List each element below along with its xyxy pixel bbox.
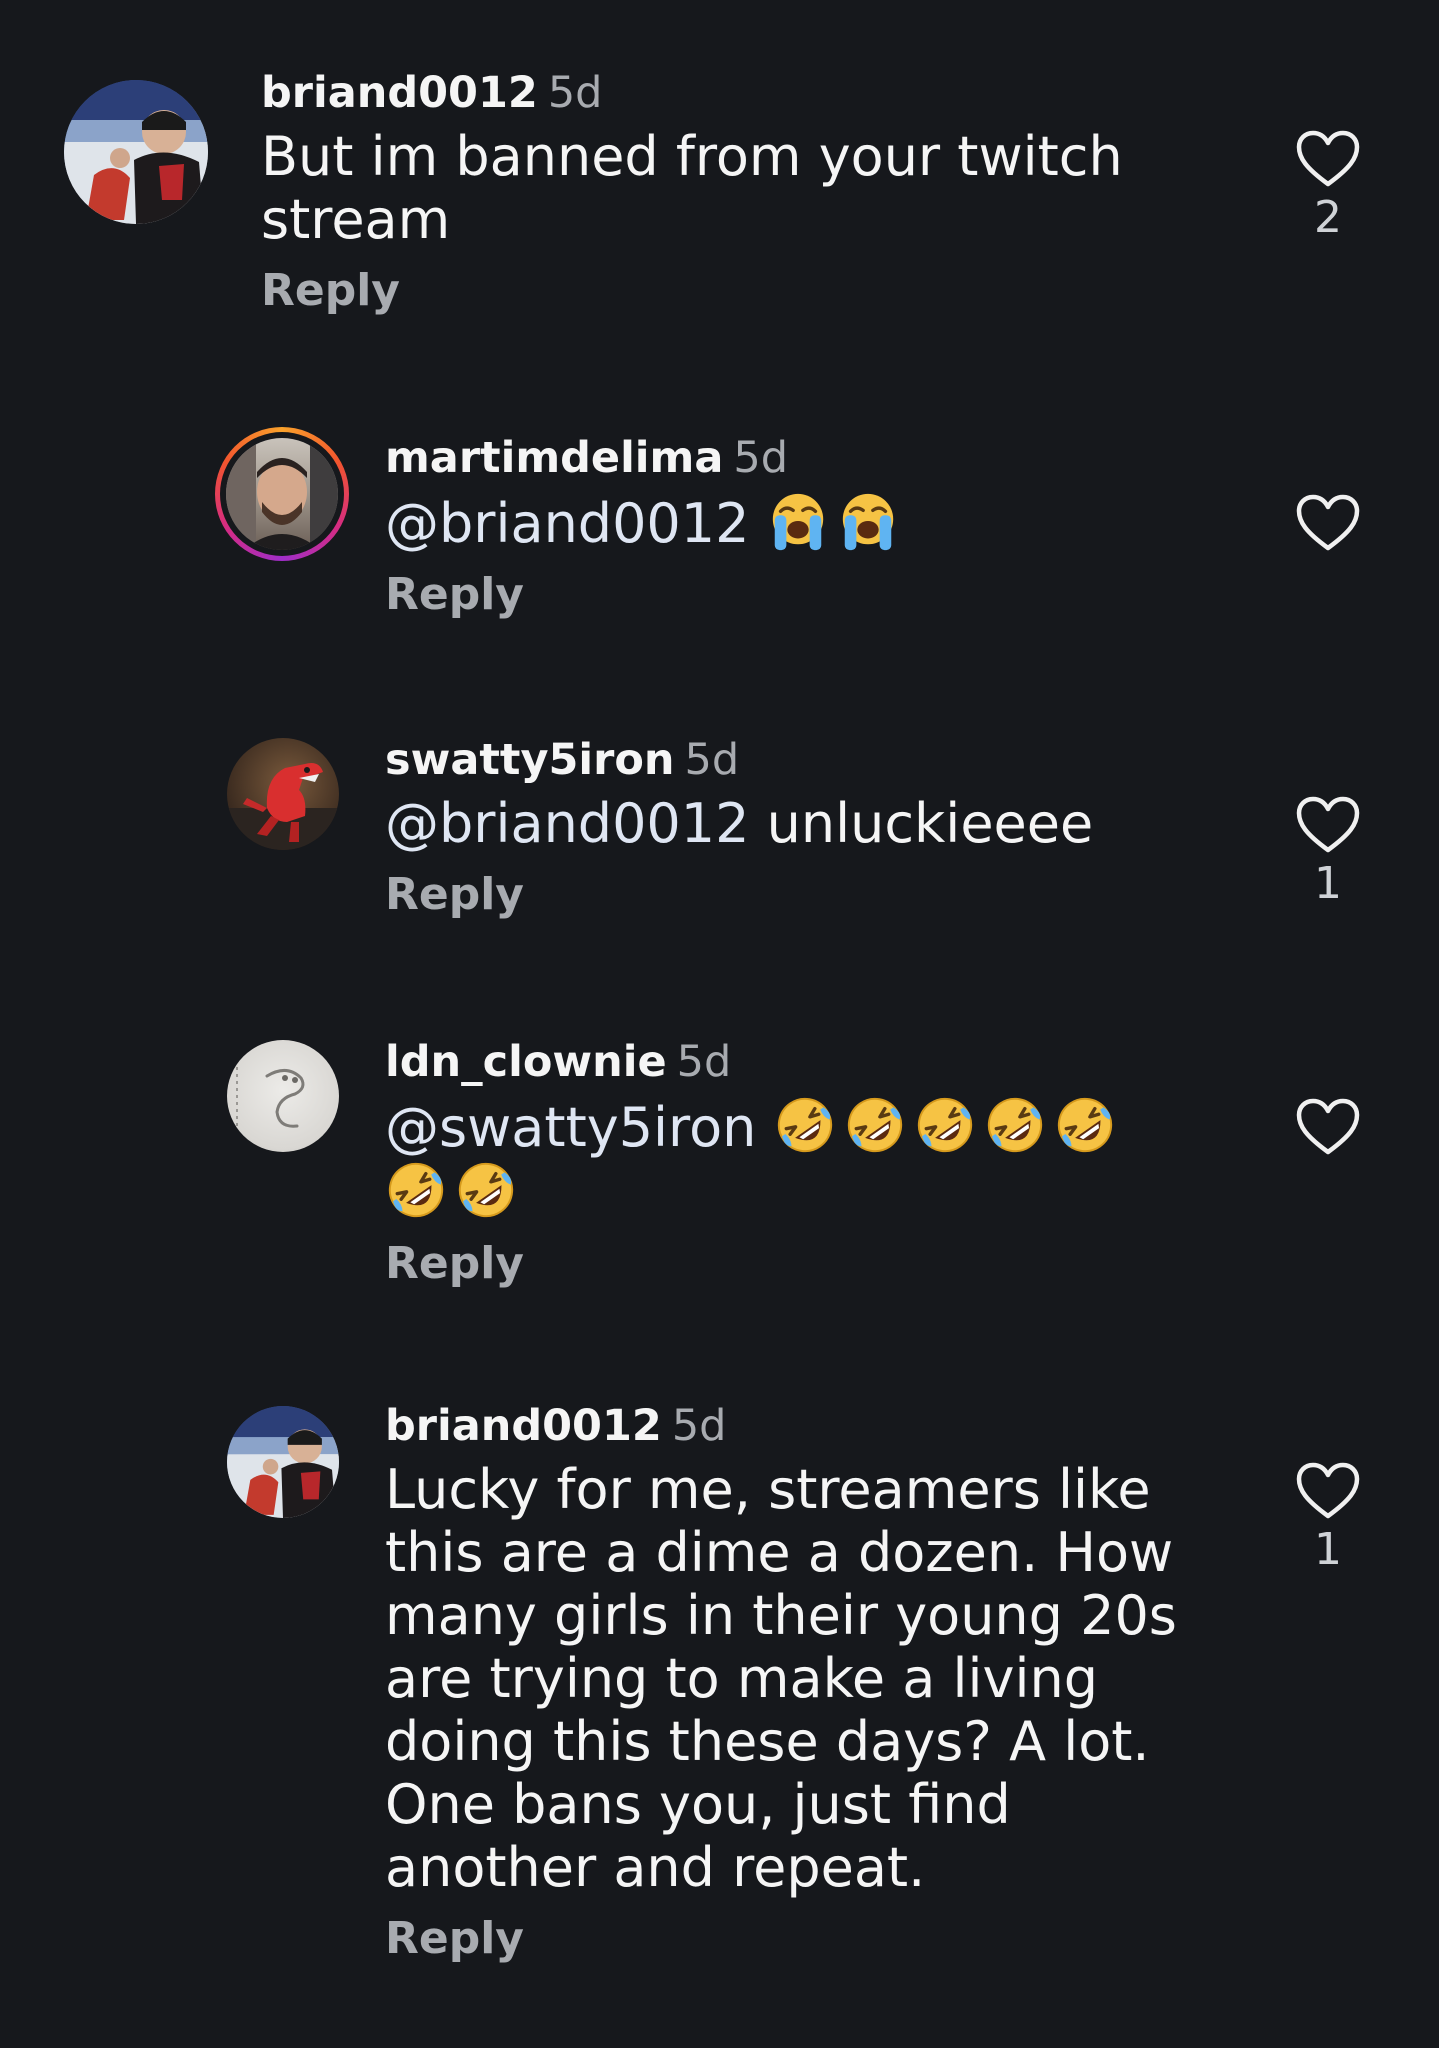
comment-text: @briand0012 unluckieeee <box>385 792 1265 855</box>
hockey-selfie-avatar-image <box>64 80 208 224</box>
timestamp: 5d <box>671 1401 727 1451</box>
username[interactable]: ldn_clownie <box>385 1037 667 1087</box>
red-dinosaur-toy-avatar-image <box>227 763 339 850</box>
like-button[interactable] <box>1293 494 1363 552</box>
timestamp: 5d <box>676 1037 732 1087</box>
like-count: 1 <box>1314 1524 1342 1575</box>
avatar <box>226 438 338 550</box>
avatar[interactable] <box>64 80 208 224</box>
avatar[interactable] <box>227 738 339 850</box>
comment-text: Lucky for me, streamers like this are a … <box>385 1458 1177 1899</box>
rolling-on-floor-laughing-emoji <box>455 1159 517 1221</box>
reply-button[interactable]: Reply <box>385 565 524 625</box>
like-count: 1 <box>1314 858 1342 909</box>
comment-meta: ldn_clownie 5d <box>385 1034 1265 1090</box>
avatar[interactable] <box>227 1040 339 1152</box>
like-button[interactable]: 1 <box>1293 1462 1363 1578</box>
mention-link[interactable]: @briand0012 <box>385 792 750 855</box>
reply-button[interactable]: Reply <box>385 1909 524 1969</box>
comment-meta: martimdelima 5d <box>385 430 1265 486</box>
heart-icon <box>1296 796 1360 854</box>
mention-link[interactable]: @briand0012 <box>385 492 750 555</box>
username[interactable]: briand0012 <box>261 68 538 118</box>
comment-text: @briand0012 <box>385 490 1265 555</box>
like-button[interactable]: 1 <box>1293 796 1363 912</box>
rolling-on-floor-laughing-emoji <box>774 1094 836 1156</box>
heart-icon <box>1296 494 1360 552</box>
pencil-sketch-avatar-image <box>236 1060 305 1140</box>
comment-meta: briand0012 5d <box>261 65 1261 121</box>
comment-body: unluckieeee <box>766 792 1094 855</box>
reply-button[interactable]: Reply <box>261 261 400 321</box>
loudly-crying-face-emoji <box>767 490 829 552</box>
loudly-crying-face-emoji <box>837 490 899 552</box>
rolling-on-floor-laughing-emoji <box>984 1094 1046 1156</box>
hockey-selfie-avatar-image <box>227 1406 339 1518</box>
heart-icon <box>1296 1098 1360 1156</box>
story-ring[interactable] <box>215 427 349 561</box>
timestamp: 5d <box>684 735 740 785</box>
comment-meta: briand0012 5d <box>385 1398 1245 1454</box>
timestamp: 5d <box>547 68 603 118</box>
heart-icon <box>1296 1462 1360 1520</box>
reply-button[interactable]: Reply <box>385 1234 524 1294</box>
username[interactable]: briand0012 <box>385 1401 662 1451</box>
heart-icon <box>1296 130 1360 188</box>
comment-text: But im banned from your twitch stream <box>261 125 1123 251</box>
avatar[interactable] <box>227 1406 339 1518</box>
username[interactable]: martimdelima <box>385 433 723 483</box>
rolling-on-floor-laughing-emoji <box>844 1094 906 1156</box>
like-button[interactable] <box>1293 1098 1363 1156</box>
like-button[interactable]: 2 <box>1293 130 1363 246</box>
rolling-on-floor-laughing-emoji <box>385 1159 447 1221</box>
username[interactable]: swatty5iron <box>385 735 675 785</box>
comment-text: @swatty5iron <box>385 1094 1185 1224</box>
reply-button[interactable]: Reply <box>385 865 524 925</box>
comment-meta: swatty5iron 5d <box>385 732 1265 788</box>
man-portrait-avatar-image <box>226 438 338 550</box>
rolling-on-floor-laughing-emoji <box>1054 1094 1116 1156</box>
timestamp: 5d <box>733 433 789 483</box>
rolling-on-floor-laughing-emoji <box>914 1094 976 1156</box>
mention-link[interactable]: @swatty5iron <box>385 1096 756 1159</box>
like-count: 2 <box>1314 192 1342 243</box>
